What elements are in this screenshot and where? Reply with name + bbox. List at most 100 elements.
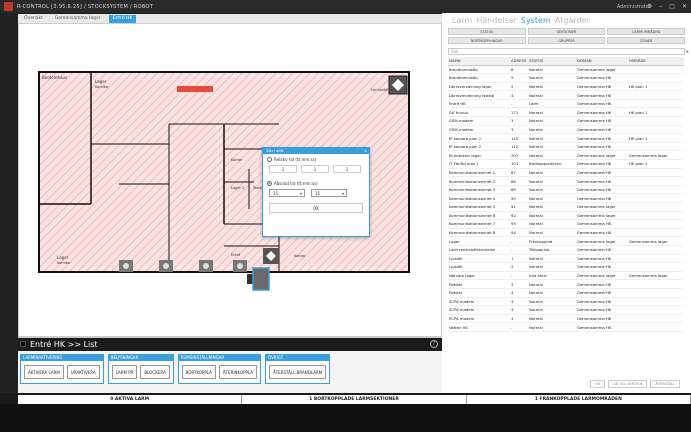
- tab-gemensamma-lager[interactable]: Gemensamma lager: [51, 15, 105, 23]
- close-icon[interactable]: ✕: [682, 3, 687, 10]
- table-row[interactable]: IR-detektor lager 207 Normal Gemensamma lag…: [448, 150, 684, 161]
- minute-select[interactable]: 15: [311, 189, 347, 197]
- table-row[interactable]: Närvaro lager - Inte aktiv Gemensamma lager…: [448, 271, 684, 281]
- table-row[interactable]: Lager - Frånkopplad Gemensamma lager Gemensa…: [448, 236, 684, 246]
- dialog-close-icon[interactable]: ✕: [364, 148, 367, 154]
- table-row[interactable]: Kommunikationsenhet 7 93 Normal Gemensamma …: [448, 219, 684, 229]
- table-row[interactable]: Rökdet 3 Normal Gemensamma HK: [448, 279, 684, 289]
- table-row[interactable]: GK Huvud 172 Normal Gemensamma HK HK plan 1: [448, 107, 684, 118]
- status-disconnected-sections[interactable]: 1 BORTKOPPLADE LARMSEKTIONER: [242, 395, 467, 404]
- table-row[interactable]: IT Förråd plan 1 101 Bortkopplad/larm Gemen…: [448, 159, 684, 169]
- table-row[interactable]: Ljusfält 2 Normal Gemensamma HK: [448, 262, 684, 272]
- block-button[interactable]: BLOCKERA: [140, 365, 170, 379]
- table-cell: IR-detektor lager: [448, 150, 510, 161]
- table-row[interactable]: Larmcentralsförbindelse - Tillkopplad Gemen…: [448, 245, 684, 255]
- table-cell: SCPA modem: [448, 305, 510, 315]
- filter-zoner[interactable]: ZONER: [607, 37, 685, 44]
- filter-status[interactable]: STATUS: [448, 28, 526, 35]
- filter-sektioner[interactable]: SEKTIONER: [527, 28, 606, 35]
- goto-section-button[interactable]: GÅ TILL SEKTION: [608, 380, 648, 388]
- tab-atgarder[interactable]: Åtgärder: [555, 16, 590, 25]
- col-namn[interactable]: NAMN: [448, 57, 510, 66]
- table-cell: Normal: [528, 73, 576, 83]
- settings-gear-icon[interactable]: ⚙: [647, 3, 652, 10]
- table-row[interactable]: IP-kamera plan 1 115 Normal Gemensamma HK HK…: [448, 133, 684, 143]
- table-row[interactable]: GSM-modem 3 Normal Gemensamma HK: [448, 125, 684, 135]
- floor-plan-map[interactable]: Bootomhaus Lager Korridor Kontor Lager 2…: [18, 23, 442, 337]
- table-row[interactable]: Kommunikationsenhet 1 87 Normal Gemensamma …: [448, 168, 684, 178]
- reset-button[interactable]: ÅTERSTÄLL: [650, 380, 681, 388]
- relative-time-radio[interactable]: [267, 157, 272, 162]
- reset-fire-alarm-button[interactable]: ÅTERSTÄLL BRANDLARM: [268, 365, 327, 379]
- hour-select[interactable]: 15: [269, 189, 305, 197]
- maximize-icon[interactable]: □: [669, 3, 675, 10]
- table-row[interactable]: Kommunikationsenhet 6 92 Normal Gemensamma …: [448, 211, 684, 221]
- tab-system[interactable]: System: [521, 16, 551, 25]
- table-cell: Gemensamma HK: [576, 82, 628, 92]
- col-status[interactable]: STATUS: [528, 57, 576, 66]
- disconnect-button[interactable]: BORTKOPPLA: [181, 365, 216, 379]
- ok-small-button[interactable]: OK: [590, 380, 606, 388]
- table-cell: Kommunikationsenhet 8: [448, 228, 510, 238]
- table-row[interactable]: Brandlarmskåp 8 Normal Gemensamma lager: [448, 65, 684, 75]
- status-active-alarms[interactable]: 0 AKTIVA LARM: [18, 395, 243, 404]
- table-row[interactable]: Kommunikationsenhet 2 88 Normal Gemensamma …: [448, 176, 684, 186]
- table-row[interactable]: Ljusfält 1 Normal Gemensamma HK: [448, 254, 684, 264]
- table-row[interactable]: SCPA modem 4 Normal Gemensamma HK: [448, 305, 684, 315]
- col-omrade[interactable]: OMRÅDE: [628, 57, 684, 66]
- alarm-on-button[interactable]: LARM PÅ: [111, 365, 138, 379]
- seconds-input[interactable]: 1: [333, 165, 361, 173]
- table-row[interactable]: Dörrövervakning lastkaj 4 Normal Gemensamma…: [448, 90, 684, 100]
- alarm-section-marker[interactable]: [177, 86, 213, 92]
- table-row[interactable]: Brandlarmskåp 5 Normal Gemensamma HK: [448, 73, 684, 83]
- table-cell: Normal: [528, 150, 576, 161]
- table-row[interactable]: Entré HK - Larm Gemensamma HK: [448, 99, 684, 109]
- table-cell: Ljusfält: [448, 262, 510, 272]
- filter-larmomraden[interactable]: LARMOMRÅDEN: [607, 28, 685, 35]
- minutes-input[interactable]: 1: [301, 165, 329, 173]
- filter-bortkopplingar[interactable]: BORTKOPPLINGAR: [448, 37, 526, 44]
- table-cell: Gemensamma lager: [576, 65, 628, 75]
- table-row[interactable]: Kommunikationsenhet 3 89 Normal Gemensamma …: [448, 185, 684, 195]
- table-row[interactable]: Kommunikationsenhet 5 91 Normal Gemensamma …: [448, 202, 684, 212]
- table-row[interactable]: Vatten HK - Normal Gemensamma HK: [448, 322, 684, 332]
- group-larminaktivering: LARMINAKTIVERING AKTIVERA LARM URAKTIVER…: [20, 354, 104, 384]
- search-input[interactable]: Sök ✕: [448, 48, 689, 55]
- filter-grupper[interactable]: GRUPPER: [527, 37, 606, 44]
- table-cell: [628, 211, 684, 221]
- table-row[interactable]: Dörrövervakning lager 2 Normal Gemensamma H…: [448, 82, 684, 92]
- table-cell: Tillkopplad: [528, 245, 576, 255]
- table-cell: Gemensamma lager: [628, 271, 684, 281]
- table-row[interactable]: Kommunikationsenhet 4 90 Normal Gemensamma …: [448, 193, 684, 203]
- table-row[interactable]: IP-kamera plan 2 112 Normal Gemensamma HK: [448, 142, 684, 152]
- table-cell: Gemensamma HK: [576, 219, 628, 229]
- col-adress[interactable]: ADRESS: [510, 57, 528, 66]
- user-name[interactable]: Administrator: [617, 4, 651, 10]
- table-cell: GSM-modem: [448, 116, 510, 126]
- table-row[interactable]: Rökdet 4 Normal Gemensamma HK: [448, 288, 684, 298]
- reconnect-button[interactable]: ÅTERINKOPPLA: [218, 365, 257, 379]
- status-disconnected-areas[interactable]: 1 FRÅNKOPPLADE LARMOMRÅDEN: [467, 395, 691, 404]
- tab-larm[interactable]: Larm: [452, 16, 472, 25]
- table-row[interactable]: GSM-modem 3 Normal Gemensamma HK: [448, 116, 684, 126]
- activate-alarm-button[interactable]: AKTIVERA LARM: [24, 365, 64, 379]
- tab-handelser[interactable]: Händelser: [476, 16, 517, 25]
- table-cell: Gemensamma lager: [576, 150, 628, 161]
- tab-oversikt[interactable]: Översikt: [20, 15, 47, 23]
- table-row[interactable]: Kommunikationsenhet 8 94 Normal Gemensamma …: [448, 228, 684, 238]
- ok-button[interactable]: OK: [269, 203, 363, 213]
- table-cell: Ljusfält: [448, 254, 510, 264]
- table-cell: Normal: [528, 297, 576, 307]
- tab-entre-hk[interactable]: Entré HK: [108, 14, 137, 23]
- table-row[interactable]: SCPA modem 3 Normal Gemensamma HK: [448, 314, 684, 324]
- help-icon[interactable]: ?: [430, 340, 438, 348]
- table-cell: HK plan 1: [628, 82, 684, 92]
- deactivate-button[interactable]: URAKTIVERA: [66, 365, 100, 379]
- table-row[interactable]: SCPA modem 4 Normal Gemensamma HK: [448, 297, 684, 307]
- selected-device-icon[interactable]: [252, 267, 270, 291]
- clear-search-icon[interactable]: ✕: [686, 49, 689, 55]
- hours-input[interactable]: 1: [269, 165, 297, 173]
- minimize-icon[interactable]: –: [659, 3, 662, 10]
- col-doman[interactable]: DOMÄN: [576, 57, 628, 66]
- absolute-time-radio[interactable]: [267, 181, 272, 186]
